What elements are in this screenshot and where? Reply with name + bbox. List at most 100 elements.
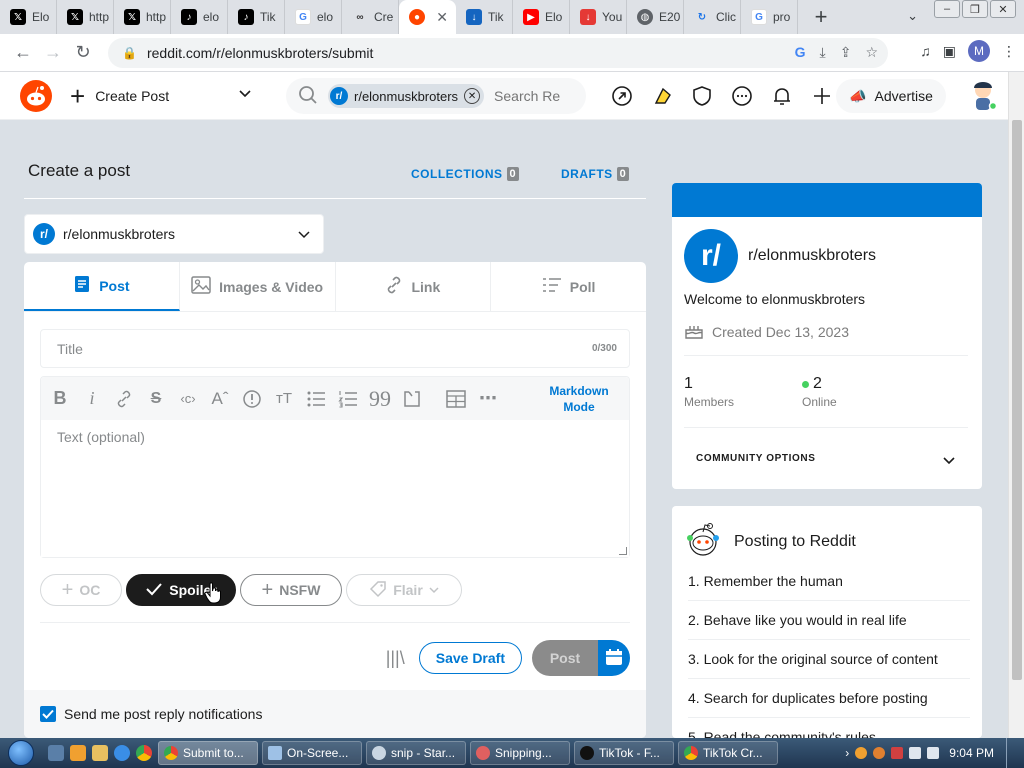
reload-button[interactable]: ↻: [68, 38, 98, 68]
user-avatar[interactable]: [968, 78, 998, 112]
browser-tab[interactable]: ◍ E20: [627, 0, 684, 34]
italic-icon[interactable]: i: [81, 388, 103, 410]
browser-tab-active[interactable]: ● ✕: [399, 0, 456, 34]
kebab-menu-icon[interactable]: ⋮: [1002, 43, 1016, 60]
page-scrollbar[interactable]: [1008, 72, 1024, 738]
new-tab-button[interactable]: +: [804, 4, 838, 30]
tab-images-video[interactable]: Images & Video: [180, 262, 336, 311]
share-icon[interactable]: ⇪: [840, 44, 852, 61]
show-desktop-button[interactable]: [1006, 738, 1016, 768]
markdown-mode-button[interactable]: Markdown Mode: [545, 383, 613, 415]
forward-button[interactable]: →: [38, 38, 68, 68]
oc-button[interactable]: + OC: [40, 574, 122, 606]
browser-tab[interactable]: ↓ You: [570, 0, 627, 34]
volume-icon[interactable]: [927, 747, 940, 759]
media-icon[interactable]: ♫: [920, 43, 931, 59]
start-button[interactable]: [0, 738, 42, 768]
shield-icon[interactable]: [688, 82, 716, 110]
reddit-logo[interactable]: [20, 80, 52, 112]
magnifier-icon[interactable]: [855, 747, 868, 759]
drafts-link[interactable]: DRAFTS 0: [561, 167, 630, 181]
address-bar[interactable]: 🔒 reddit.com/r/elonmuskbroters/submit G …: [108, 38, 888, 68]
title-input[interactable]: [41, 330, 629, 367]
numbered-list-icon[interactable]: [337, 388, 359, 410]
flag-icon[interactable]: [891, 747, 904, 759]
search-input[interactable]: [494, 88, 575, 104]
advertise-button[interactable]: 📣 Advertise: [836, 79, 946, 113]
tab-poll[interactable]: Poll: [491, 262, 646, 311]
save-draft-button[interactable]: Save Draft: [418, 642, 522, 674]
scrollbar-thumb[interactable]: [1012, 120, 1022, 680]
taskbar-item[interactable]: On-Scree...: [262, 741, 362, 765]
heading-icon[interactable]: ᴛT: [273, 388, 295, 410]
chat-icon[interactable]: [728, 82, 756, 110]
minimize-button[interactable]: –: [934, 0, 960, 18]
more-options-icon[interactable]: ⋯: [477, 388, 499, 410]
folder-icon[interactable]: [92, 745, 108, 761]
coins-icon[interactable]: [648, 82, 676, 110]
chevron-down-icon[interactable]: [238, 86, 252, 103]
tab-search-icon[interactable]: ⌄: [907, 8, 918, 24]
google-lens-icon[interactable]: G: [795, 44, 806, 61]
close-window-button[interactable]: ✕: [990, 0, 1016, 18]
browser-tab[interactable]: 𝕏http: [114, 0, 171, 34]
back-button[interactable]: ←: [8, 38, 38, 68]
tray-expand-icon[interactable]: ›: [845, 746, 849, 760]
community-avatar-icon[interactable]: r/: [684, 229, 738, 283]
search-bar[interactable]: r/ r/elonmuskbroters ✕: [286, 78, 586, 114]
network-icon[interactable]: [909, 747, 922, 759]
table-icon[interactable]: [445, 388, 467, 410]
close-icon[interactable]: ✕: [436, 9, 448, 26]
link-icon[interactable]: [113, 388, 135, 410]
bold-icon[interactable]: B: [49, 388, 71, 410]
sidepanel-icon[interactable]: ▣: [943, 43, 956, 60]
schedule-calendar-button[interactable]: [598, 640, 630, 676]
strikethrough-icon[interactable]: S: [145, 388, 167, 410]
superscript-icon[interactable]: Aˆ: [209, 388, 231, 410]
library-icon[interactable]: |||\: [386, 648, 405, 669]
ie-icon[interactable]: [114, 745, 130, 761]
taskbar-item[interactable]: snip - Star...: [366, 741, 466, 765]
desktop-icon[interactable]: [48, 745, 64, 761]
collections-link[interactable]: COLLECTIONS 0: [411, 167, 520, 181]
browser-tab[interactable]: ∞ Cre: [342, 0, 399, 34]
browser-tab[interactable]: 𝕏 Elo: [0, 0, 57, 34]
security-icon[interactable]: [873, 747, 886, 759]
community-options-label[interactable]: COMMUNITY OPTIONS: [696, 453, 815, 464]
body-textarea[interactable]: [41, 421, 629, 557]
bell-icon[interactable]: [768, 82, 796, 110]
tab-post[interactable]: Post: [24, 262, 180, 311]
bulleted-list-icon[interactable]: [305, 388, 327, 410]
flair-button[interactable]: Flair: [346, 574, 462, 606]
nsfw-button[interactable]: + NSFW: [240, 574, 342, 606]
browser-tab[interactable]: ♪ Tik: [228, 0, 285, 34]
browser-tab[interactable]: 𝕏http: [57, 0, 114, 34]
community-selector[interactable]: r/ r/elonmuskbroters: [24, 214, 324, 254]
browser-tab[interactable]: ↓ Tik: [456, 0, 513, 34]
resize-handle[interactable]: [619, 547, 627, 555]
restore-button[interactable]: ❐: [962, 0, 988, 18]
popular-arrow-icon[interactable]: [608, 82, 636, 110]
create-post-dropdown[interactable]: + Create Post: [70, 80, 169, 112]
spoiler-alert-icon[interactable]: [241, 388, 263, 410]
close-icon[interactable]: ✕: [464, 88, 481, 104]
community-name[interactable]: r/elonmuskbroters: [748, 247, 876, 265]
inline-code-icon[interactable]: ‹c›: [177, 388, 199, 410]
tab-link[interactable]: Link: [336, 262, 492, 311]
browser-tab[interactable]: Gelo: [285, 0, 342, 34]
quote-block-icon[interactable]: 99: [369, 386, 391, 411]
notify-checkbox[interactable]: [40, 706, 56, 722]
post-button[interactable]: Post: [532, 640, 598, 676]
chevron-down-icon[interactable]: [942, 453, 956, 470]
browser-tab[interactable]: ♪ elo: [171, 0, 228, 34]
taskbar-item[interactable]: Snipping...: [470, 741, 570, 765]
chrome-icon[interactable]: [136, 745, 152, 761]
media-player-icon[interactable]: [70, 745, 86, 761]
clock[interactable]: 9:04 PM: [949, 746, 994, 760]
taskbar-item[interactable]: TikTok - F...: [574, 741, 674, 765]
profile-avatar[interactable]: M: [968, 40, 990, 62]
taskbar-item[interactable]: Submit to...: [158, 741, 258, 765]
code-block-icon[interactable]: [401, 388, 423, 410]
search-community-chip[interactable]: r/ r/elonmuskbroters ✕: [328, 84, 485, 108]
taskbar-item[interactable]: TikTok Cr...: [678, 741, 778, 765]
